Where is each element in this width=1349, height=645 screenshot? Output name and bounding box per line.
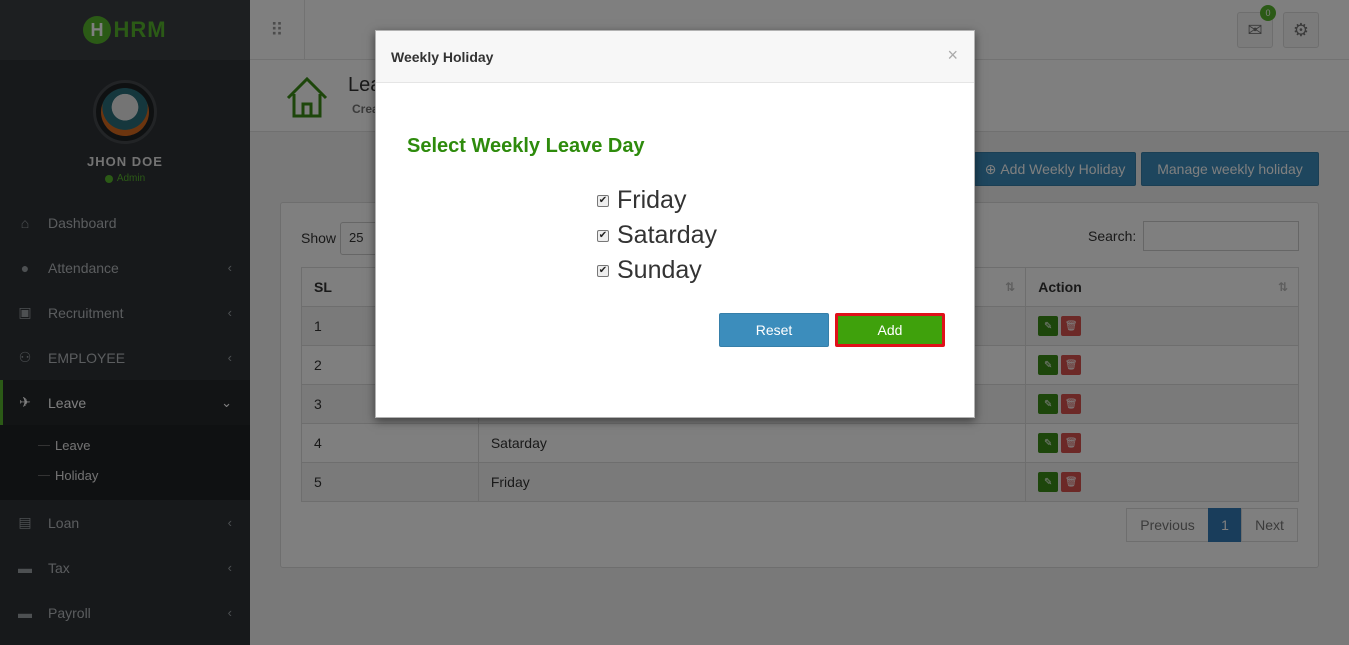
weekday-option-sunday[interactable]: ✔ Sunday (597, 253, 717, 288)
checkbox-checked-icon[interactable]: ✔ (597, 264, 609, 277)
weekday-option-satarday[interactable]: ✔ Satarday (597, 218, 717, 253)
checkbox-checked-icon[interactable]: ✔ (597, 229, 609, 242)
reset-button[interactable]: Reset (719, 313, 829, 347)
checkbox-checked-icon[interactable]: ✔ (597, 194, 609, 207)
close-icon[interactable]: × (947, 45, 958, 66)
modal-heading: Select Weekly Leave Day (407, 135, 645, 157)
modal-header: Weekly Holiday × (376, 31, 974, 83)
add-button[interactable]: Add (835, 313, 945, 347)
modal-title: Weekly Holiday (391, 48, 494, 65)
weekday-option-friday[interactable]: ✔ Friday (597, 183, 717, 218)
weekday-checkbox-list: ✔ Friday ✔ Satarday ✔ Sunday (597, 183, 717, 288)
weekly-holiday-modal: Weekly Holiday × Select Weekly Leave Day… (375, 30, 975, 418)
